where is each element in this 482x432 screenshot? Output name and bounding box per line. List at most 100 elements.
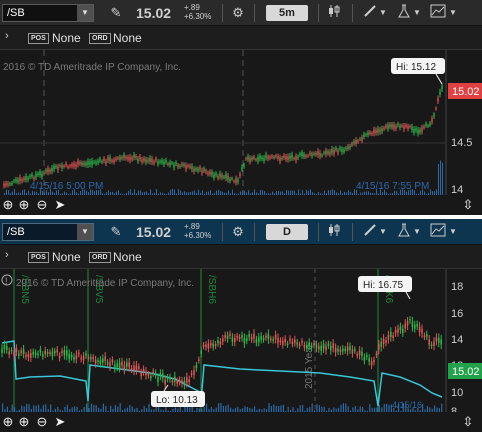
chart-panel-daily: /SB ▼ ✎ 15.02 +.89 +6.30% ⚙ D ▼ ▼ ▼ › PO…: [0, 219, 482, 432]
candle-body: [181, 380, 183, 384]
candle-body: [39, 349, 42, 353]
candle-body: [189, 165, 191, 168]
pointer-icon[interactable]: ➤: [52, 197, 68, 213]
candle-body: [214, 343, 217, 347]
chevron-down-icon[interactable]: ▼: [77, 5, 93, 21]
candles-icon[interactable]: [324, 223, 344, 241]
trendline-icon[interactable]: [428, 4, 448, 22]
candle-body: [5, 182, 7, 186]
candle-body: [159, 161, 161, 163]
intraday-chart[interactable]: 2016 © TD Ameritrade IP Company, Inc. 4/…: [0, 50, 482, 196]
symbol-selector[interactable]: /SB ▼: [2, 4, 94, 22]
low-callout-text: Lo: 10.13: [156, 395, 198, 406]
ruler-icon[interactable]: ✎: [106, 223, 126, 241]
candle-body: [293, 158, 295, 160]
candle-body: [379, 129, 381, 133]
candle-body: [389, 124, 391, 127]
menu-chevron-icon[interactable]: ▼: [448, 4, 458, 22]
flask-icon[interactable]: [394, 223, 414, 241]
menu-chevron-icon[interactable]: ▼: [448, 223, 458, 241]
period-selector[interactable]: D: [266, 224, 308, 240]
candle-body: [235, 178, 237, 183]
candle-body: [32, 351, 34, 355]
price-candles: [3, 82, 443, 189]
menu-chevron-icon[interactable]: ▼: [412, 4, 422, 22]
chevron-down-icon[interactable]: ▼: [77, 224, 93, 240]
candle-body: [261, 157, 263, 160]
zoom-in-icon[interactable]: ⊕: [16, 414, 32, 430]
candle-body: [275, 155, 277, 158]
gear-icon[interactable]: ⚙: [228, 4, 248, 22]
candle-body: [361, 351, 363, 357]
candle-body: [274, 334, 277, 340]
candle-body: [200, 350, 202, 354]
candle-body: [65, 163, 67, 166]
candle-body: [169, 162, 171, 166]
candle-body: [47, 168, 49, 173]
candle-body: [215, 173, 217, 176]
candle-body: [433, 341, 435, 346]
menu-chevron-icon[interactable]: ▼: [378, 223, 388, 241]
ruler-icon[interactable]: ✎: [106, 4, 126, 22]
daily-chart[interactable]: /SBN5 /SBV5 /SBH6 /SBK6 2015 Year ! 2016…: [0, 269, 482, 418]
candle-body: [259, 155, 261, 159]
separator: [222, 4, 223, 22]
flask-icon[interactable]: [394, 4, 414, 22]
pencil-icon[interactable]: [360, 4, 380, 22]
candle-body: [8, 351, 10, 355]
crosshair-icon[interactable]: ⊕: [0, 197, 16, 213]
candle-body: [354, 349, 356, 352]
volume-bar: [340, 404, 342, 412]
volume-bar: [42, 404, 44, 412]
candle-body: [299, 153, 301, 156]
trendline-icon[interactable]: [428, 223, 448, 241]
candle-body: [409, 319, 411, 321]
candle-body: [109, 362, 111, 367]
y-tick-label: 14: [451, 334, 463, 346]
candle-body: [281, 157, 283, 160]
volume-bar: [38, 404, 40, 412]
candle-body: [383, 127, 385, 130]
zoom-out-icon[interactable]: ⊖: [34, 414, 50, 430]
chevron-right-icon[interactable]: ›: [5, 30, 9, 42]
candle-body: [115, 158, 117, 160]
expand-icon[interactable]: ⇳: [460, 197, 476, 213]
menu-chevron-icon[interactable]: ▼: [412, 223, 422, 241]
candle-body: [319, 152, 321, 157]
candle-body: [358, 350, 361, 356]
candle-body: [27, 177, 29, 181]
candle-body: [23, 177, 25, 181]
pointer-icon[interactable]: ➤: [52, 414, 68, 430]
ord-tag: ORD: [89, 252, 111, 263]
pencil-icon[interactable]: [360, 223, 380, 241]
candle-body: [366, 355, 368, 358]
candle-body: [165, 159, 167, 163]
candles-icon[interactable]: [324, 4, 344, 22]
candle-body: [411, 126, 413, 130]
zoom-in-icon[interactable]: ⊕: [16, 197, 32, 213]
menu-chevron-icon[interactable]: ▼: [378, 4, 388, 22]
volume-bar: [129, 404, 131, 412]
candle-body: [109, 157, 111, 162]
candle-body: [391, 124, 393, 128]
order-bar: › POS None ORD None: [0, 245, 482, 269]
candle-body: [147, 159, 149, 162]
candle-body: [3, 344, 6, 350]
candle-body: [414, 324, 416, 329]
zoom-out-icon[interactable]: ⊖: [34, 197, 50, 213]
crosshair-icon[interactable]: ⊕: [0, 414, 16, 430]
candle-body: [99, 158, 101, 161]
candle-body: [303, 345, 306, 348]
candle-body: [119, 156, 121, 160]
symbol-selector[interactable]: /SB ▼: [2, 223, 94, 241]
candle-body: [34, 352, 37, 356]
candle-body: [385, 125, 387, 128]
gear-icon[interactable]: ⚙: [228, 223, 248, 241]
candle-body: [416, 323, 418, 327]
period-selector[interactable]: 5m: [266, 5, 308, 21]
candle-body: [308, 342, 310, 347]
candle-body: [315, 153, 317, 155]
candle-body: [114, 364, 116, 369]
chevron-right-icon[interactable]: ›: [5, 249, 9, 261]
expand-icon[interactable]: ⇳: [460, 414, 476, 430]
